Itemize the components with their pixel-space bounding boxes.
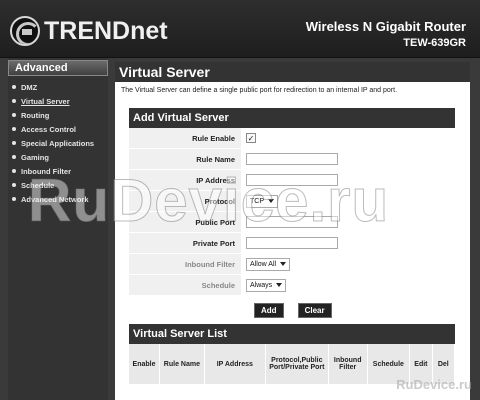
chevron-down-icon	[280, 262, 287, 266]
table-header-row: Enable Rule Name IP Address Protocol,Pub…	[129, 344, 456, 384]
virtual-server-list: Virtual Server List Enable Rule Name IP …	[129, 324, 456, 384]
row-public-port: Public Port	[129, 212, 455, 233]
rule-name-input[interactable]	[246, 153, 338, 165]
sidebar-item-advanced-network[interactable]: Advanced Network	[8, 192, 108, 206]
col-del: Del	[432, 344, 456, 384]
list-heading: Virtual Server List	[129, 324, 455, 344]
form-rows: Rule Enable ✓ Rule Name IP Address Proto…	[129, 128, 455, 296]
bullet-icon	[12, 155, 16, 159]
add-button[interactable]: Add	[254, 302, 284, 318]
row-schedule: Schedule Always	[129, 275, 455, 296]
protocol-label: Protocol	[204, 196, 235, 206]
inbound-filter-value: Allow All	[250, 260, 277, 268]
logo-text: TRENDnet	[44, 16, 168, 45]
ip-address-label: IP Address	[196, 175, 235, 185]
rule-name-label: Rule Name	[196, 154, 235, 164]
private-port-input[interactable]	[246, 237, 338, 249]
rule-enable-checkbox[interactable]: ✓	[246, 133, 256, 143]
bullet-icon	[12, 113, 16, 117]
sidebar-heading: Advanced	[8, 60, 108, 76]
ip-address-input[interactable]	[246, 174, 338, 186]
protocol-value: TCP	[250, 197, 264, 205]
bullet-icon	[12, 197, 16, 201]
protocol-select[interactable]: TCP	[246, 194, 278, 208]
sidebar-item-inbound-filter[interactable]: Inbound Filter	[8, 164, 108, 178]
chevron-down-icon	[268, 199, 274, 203]
trendnet-logo-icon	[10, 16, 40, 46]
product-info: Wireless N Gigabit Router TEW-639GR	[306, 19, 466, 49]
sidebar-item-dmz[interactable]: DMZ	[8, 80, 108, 94]
col-schedule: Schedule	[367, 344, 411, 384]
sidebar-item-schedule[interactable]: Schedule	[8, 178, 108, 192]
sidebar-item-routing[interactable]: Routing	[8, 108, 108, 122]
bullet-icon	[12, 85, 16, 89]
bullet-icon	[12, 141, 16, 145]
private-port-label: Private Port	[192, 238, 235, 248]
clear-button[interactable]: Clear	[297, 302, 332, 318]
trendnet-logo: TRENDnet	[10, 13, 168, 49]
row-protocol: Protocol TCP	[129, 191, 455, 212]
button-row: Add Clear	[129, 296, 455, 324]
panel-heading: Add Virtual Server	[129, 108, 455, 128]
product-model: TEW-639GR	[403, 37, 466, 49]
rule-enable-label: Rule Enable	[192, 133, 235, 143]
col-ip-address: IP Address	[204, 344, 266, 384]
col-edit: Edit	[409, 344, 433, 384]
add-virtual-server-panel: Add Virtual Server Rule Enable ✓ Rule Na…	[129, 108, 455, 324]
header: TRENDnet Wireless N Gigabit Router TEW-6…	[0, 0, 480, 58]
sidebar: Advanced DMZ Virtual Server Routing Acce…	[8, 58, 108, 400]
sidebar-menu: DMZ Virtual Server Routing Access Contro…	[8, 80, 108, 206]
page-title: Virtual Server	[115, 62, 470, 82]
public-port-input[interactable]	[246, 216, 338, 228]
row-private-port: Private Port	[129, 233, 455, 254]
col-enable: Enable	[129, 344, 161, 384]
chevron-down-icon	[276, 283, 283, 287]
sidebar-item-special-applications[interactable]: Special Applications	[8, 136, 108, 150]
sidebar-item-virtual-server[interactable]: Virtual Server	[8, 94, 108, 108]
bullet-icon	[12, 183, 16, 187]
row-inbound-filter: Inbound Filter Allow All	[129, 254, 455, 275]
row-rule-name: Rule Name	[129, 149, 455, 170]
row-ip-address: IP Address	[129, 170, 455, 191]
main-content: Virtual Server The Virtual Server can de…	[115, 62, 470, 400]
sidebar-item-access-control[interactable]: Access Control	[8, 122, 108, 136]
product-name: Wireless N Gigabit Router	[305, 19, 466, 34]
col-rule-name: Rule Name	[159, 344, 205, 384]
virtual-server-table: Enable Rule Name IP Address Protocol,Pub…	[129, 344, 456, 384]
public-port-label: Public Port	[195, 217, 235, 227]
inbound-filter-select[interactable]: Allow All	[246, 257, 291, 271]
sidebar-item-gaming[interactable]: Gaming	[8, 150, 108, 164]
inbound-filter-label: Inbound Filter	[185, 259, 235, 269]
bullet-icon	[12, 127, 16, 131]
col-inbound-filter: Inbound Filter	[328, 344, 368, 384]
schedule-value: Always	[250, 281, 273, 289]
schedule-label: Schedule	[201, 280, 235, 290]
page-description: The Virtual Server can define a single p…	[121, 87, 398, 94]
row-rule-enable: Rule Enable ✓	[129, 128, 455, 149]
bullet-icon	[12, 99, 16, 103]
schedule-select[interactable]: Always	[246, 278, 287, 292]
bullet-icon	[12, 169, 16, 173]
col-protocol-ports: Protocol,Public Port/Private Port	[265, 344, 329, 384]
